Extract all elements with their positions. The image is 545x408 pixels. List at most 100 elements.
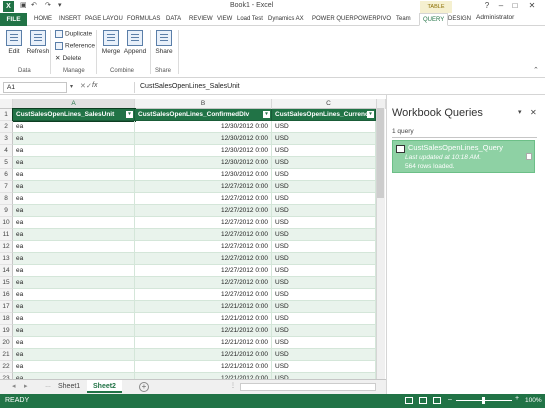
- tab-dynamics-ax[interactable]: Dynamics AX: [268, 13, 304, 26]
- add-sheet-button[interactable]: +: [139, 382, 149, 392]
- close-icon[interactable]: ✕: [526, 1, 538, 10]
- table-cell[interactable]: 12/21/2012 0:00: [135, 361, 272, 373]
- redo-icon[interactable]: ↷: [45, 1, 51, 9]
- table-cell[interactable]: 12/27/2012 0:00: [135, 265, 272, 277]
- tab-design[interactable]: DESIGN: [448, 13, 471, 26]
- minimize-icon[interactable]: –: [495, 1, 507, 10]
- tab-powerpivot[interactable]: POWERPIVO: [354, 13, 391, 26]
- table-cell[interactable]: USD: [272, 313, 376, 325]
- collapse-ribbon-icon[interactable]: ⌃: [533, 66, 539, 74]
- table-header-cell[interactable]: CustSalesOpenLines_ConfirmedDlv ▾: [135, 109, 272, 121]
- tab-insert[interactable]: INSERT: [59, 13, 81, 26]
- row-header[interactable]: 19: [0, 325, 13, 337]
- table-cell[interactable]: USD: [272, 277, 376, 289]
- hscroll-options-icon[interactable]: ⋮: [230, 382, 236, 389]
- table-cell[interactable]: USD: [272, 229, 376, 241]
- tab-formulas[interactable]: FORMULAS: [127, 13, 160, 26]
- row-header[interactable]: 16: [0, 289, 13, 301]
- page-layout-view-icon[interactable]: [419, 397, 427, 404]
- row-header[interactable]: 8: [0, 193, 13, 205]
- table-cell[interactable]: USD: [272, 337, 376, 349]
- table-cell[interactable]: ea: [13, 349, 135, 361]
- table-cell[interactable]: USD: [272, 193, 376, 205]
- table-cell[interactable]: 12/30/2012 0:00: [135, 169, 272, 181]
- table-cell[interactable]: USD: [272, 169, 376, 181]
- column-header-c[interactable]: C: [272, 99, 386, 109]
- customize-toolbar-icon[interactable]: ▾: [58, 1, 62, 9]
- table-cell[interactable]: 12/21/2012 0:00: [135, 325, 272, 337]
- table-cell[interactable]: ea: [13, 325, 135, 337]
- table-cell[interactable]: USD: [272, 361, 376, 373]
- table-cell[interactable]: 12/21/2012 0:00: [135, 349, 272, 361]
- zoom-in-icon[interactable]: +: [515, 395, 519, 402]
- enter-icon[interactable]: ✓: [86, 82, 92, 90]
- table-cell[interactable]: 12/30/2012 0:00: [135, 157, 272, 169]
- append-button[interactable]: Append: [123, 30, 147, 55]
- table-cell[interactable]: ea: [13, 169, 135, 181]
- filter-dropdown-icon[interactable]: ▾: [126, 111, 133, 118]
- undo-icon[interactable]: ↶: [31, 1, 37, 9]
- table-cell[interactable]: USD: [272, 157, 376, 169]
- column-header-b[interactable]: B: [135, 99, 272, 109]
- column-header-a[interactable]: A: [13, 99, 135, 109]
- filter-dropdown-icon[interactable]: ▾: [367, 111, 374, 118]
- tab-power-query[interactable]: POWER QUER: [312, 13, 354, 26]
- table-cell[interactable]: ea: [13, 205, 135, 217]
- table-cell[interactable]: ea: [13, 301, 135, 313]
- table-cell[interactable]: 12/30/2012 0:00: [135, 121, 272, 133]
- table-cell[interactable]: 12/27/2012 0:00: [135, 289, 272, 301]
- table-cell[interactable]: 12/27/2012 0:00: [135, 205, 272, 217]
- row-header[interactable]: 5: [0, 157, 13, 169]
- table-header-cell[interactable]: CustSalesOpenLines_Currenc ▾: [272, 109, 376, 121]
- table-cell[interactable]: USD: [272, 265, 376, 277]
- table-cell[interactable]: 12/21/2012 0:00: [135, 301, 272, 313]
- table-cell[interactable]: USD: [272, 133, 376, 145]
- table-cell[interactable]: ea: [13, 253, 135, 265]
- row-header[interactable]: 1: [0, 109, 13, 121]
- tab-review[interactable]: REVIEW: [189, 13, 213, 26]
- table-cell[interactable]: 12/27/2012 0:00: [135, 217, 272, 229]
- row-header[interactable]: 2: [0, 121, 13, 133]
- horizontal-scrollbar[interactable]: [240, 383, 376, 391]
- zoom-level[interactable]: 100%: [525, 397, 542, 404]
- row-header[interactable]: 9: [0, 205, 13, 217]
- row-header[interactable]: 6: [0, 169, 13, 181]
- table-cell[interactable]: USD: [272, 121, 376, 133]
- table-cell[interactable]: ea: [13, 265, 135, 277]
- row-header[interactable]: 3: [0, 133, 13, 145]
- table-cell[interactable]: ea: [13, 157, 135, 169]
- table-cell[interactable]: USD: [272, 349, 376, 361]
- sheet-tab-sheet1[interactable]: Sheet1: [52, 380, 86, 393]
- table-cell[interactable]: 12/21/2012 0:00: [135, 337, 272, 349]
- cancel-icon[interactable]: ✕: [80, 82, 86, 90]
- tab-home[interactable]: HOME: [34, 13, 52, 26]
- table-cell[interactable]: USD: [272, 217, 376, 229]
- refresh-button[interactable]: Refresh: [25, 30, 51, 55]
- prev-sheet-icon[interactable]: ◂: [12, 382, 16, 390]
- query-peek-icon[interactable]: [526, 153, 532, 160]
- vertical-scroll-thumb[interactable]: [377, 108, 384, 198]
- tab-page-layout[interactable]: PAGE LAYOU: [85, 13, 123, 26]
- table-cell[interactable]: ea: [13, 337, 135, 349]
- tab-load-test[interactable]: Load Test: [237, 13, 263, 26]
- row-header[interactable]: 13: [0, 253, 13, 265]
- tab-view[interactable]: VIEW: [217, 13, 232, 26]
- restore-icon[interactable]: □: [509, 1, 521, 10]
- worksheet-grid[interactable]: A B C 1 CustSalesOpenLines_SalesUnit ▾ Cust…: [0, 99, 386, 379]
- table-cell[interactable]: 12/30/2012 0:00: [135, 133, 272, 145]
- table-cell[interactable]: ea: [13, 241, 135, 253]
- tab-team[interactable]: Team: [396, 13, 411, 26]
- row-header[interactable]: 21: [0, 349, 13, 361]
- merge-button[interactable]: Merge: [100, 30, 122, 55]
- table-cell[interactable]: 12/27/2012 0:00: [135, 181, 272, 193]
- table-cell[interactable]: 12/27/2012 0:00: [135, 253, 272, 265]
- row-header[interactable]: 15: [0, 277, 13, 289]
- table-cell[interactable]: ea: [13, 289, 135, 301]
- table-cell[interactable]: ea: [13, 133, 135, 145]
- pane-options-icon[interactable]: ▾: [518, 108, 522, 116]
- account-name[interactable]: Administrator: [476, 14, 514, 21]
- name-box[interactable]: A1: [3, 82, 67, 93]
- table-cell[interactable]: 12/27/2012 0:00: [135, 241, 272, 253]
- row-header[interactable]: 12: [0, 241, 13, 253]
- table-cell[interactable]: 12/27/2012 0:00: [135, 229, 272, 241]
